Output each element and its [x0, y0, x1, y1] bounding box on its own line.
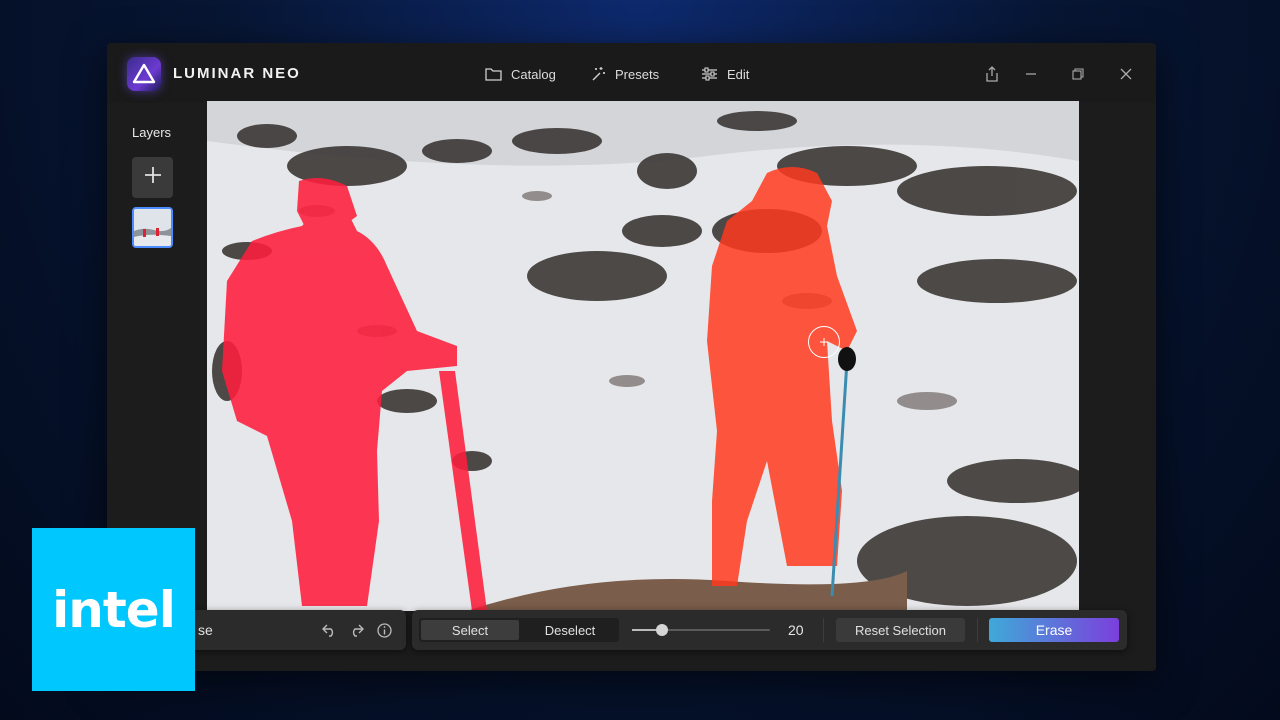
app-name: LUMINAR NEO: [173, 65, 301, 82]
app-window: LUMINAR NEO Catalog Presets Edit Layers: [107, 43, 1156, 671]
nav-presets[interactable]: Presets: [590, 63, 659, 85]
tool-toolbar: se: [176, 610, 406, 650]
reset-selection-button[interactable]: Reset Selection: [836, 618, 965, 642]
deselect-button[interactable]: Deselect: [523, 620, 617, 640]
intel-logo-text: intel: [52, 580, 176, 639]
photo-image: [207, 101, 1079, 611]
luminar-logo-icon: [127, 57, 161, 91]
sparkle-icon: [590, 66, 606, 82]
nav-edit-label: Edit: [727, 66, 750, 82]
add-layer-button[interactable]: [132, 157, 173, 198]
selection-mode-toggle: Select Deselect: [419, 618, 619, 642]
intel-logo-badge: intel: [32, 528, 195, 691]
info-icon[interactable]: [374, 620, 394, 640]
minimize-icon[interactable]: [1020, 63, 1042, 85]
nav-catalog-label: Catalog: [511, 66, 556, 82]
selection-toolbar: Select Deselect 20 Reset Selection Erase: [412, 610, 1127, 650]
share-icon[interactable]: [981, 63, 1003, 85]
restore-icon[interactable]: [1067, 63, 1089, 85]
sliders-icon: [701, 67, 718, 81]
nav-catalog[interactable]: Catalog: [485, 63, 556, 85]
folder-icon: [485, 67, 502, 81]
nav-edit[interactable]: Edit: [701, 63, 749, 85]
tool-name: se: [198, 622, 213, 638]
divider: [823, 618, 824, 642]
brush-cursor: [808, 326, 840, 358]
divider: [977, 618, 978, 642]
plus-icon: [144, 166, 162, 189]
brush-size-value: 20: [788, 622, 804, 638]
slider-knob[interactable]: [656, 624, 669, 636]
title-bar: LUMINAR NEO Catalog Presets Edit: [107, 43, 1156, 103]
redo-icon[interactable]: [346, 620, 366, 640]
brush-size-slider[interactable]: [632, 624, 770, 636]
layers-title: Layers: [132, 125, 172, 140]
layer-thumbnail[interactable]: [132, 207, 173, 248]
photo-canvas[interactable]: [207, 101, 1079, 611]
erase-button[interactable]: Erase: [989, 618, 1119, 642]
close-icon[interactable]: [1115, 63, 1137, 85]
undo-icon[interactable]: [319, 620, 339, 640]
select-button[interactable]: Select: [421, 620, 519, 640]
nav-presets-label: Presets: [615, 66, 660, 82]
